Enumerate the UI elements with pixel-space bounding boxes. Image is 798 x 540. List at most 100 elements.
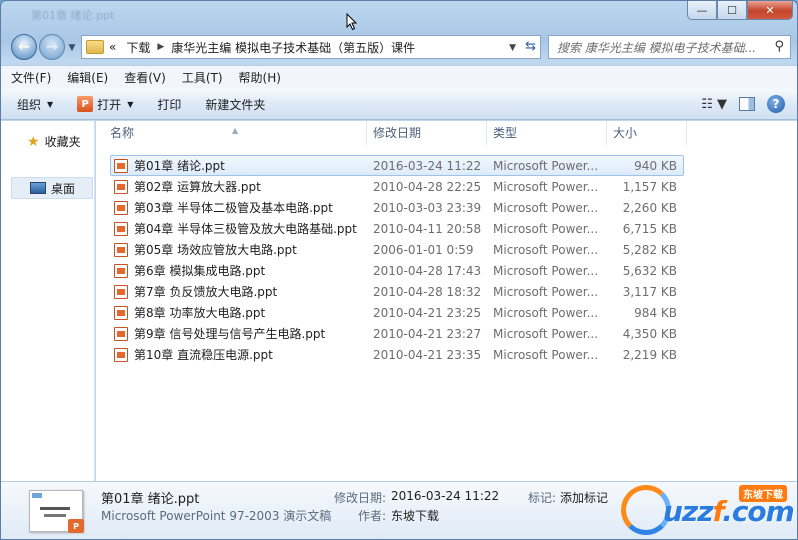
file-row[interactable]: 第02章 运算放大器.ppt 2010-04-28 22:25 Microsoft … xyxy=(110,176,684,197)
open-button[interactable]: P 打开 ▼ xyxy=(77,96,133,113)
ppt-file-icon xyxy=(114,200,128,215)
file-type: Microsoft Power... xyxy=(493,347,599,362)
maximize-button[interactable]: ☐ xyxy=(717,1,747,20)
print-button[interactable]: 打印 xyxy=(157,96,181,113)
watermark-text-part: uzz xyxy=(663,495,714,528)
search-box[interactable]: 搜索 康华光主编 模拟电子技术基础... ⚲ xyxy=(548,35,791,59)
column-size[interactable]: 大小 xyxy=(607,121,687,145)
file-name: 第7章 负反馈放大电路.ppt xyxy=(134,285,278,299)
chevron-right-icon[interactable]: ▶ xyxy=(155,42,166,52)
address-bar[interactable]: « 下载 ▶ 康华光主编 模拟电子技术基础（第五版）课件 ▼ ⇆ xyxy=(81,35,541,59)
ppt-file-icon xyxy=(114,284,128,299)
mouse-cursor-icon xyxy=(346,13,358,31)
file-size: 2,260 KB xyxy=(622,200,677,215)
file-size: 3,117 KB xyxy=(622,284,677,299)
breadcrumb-overflow[interactable]: « xyxy=(104,40,121,54)
ppt-file-icon xyxy=(114,242,128,257)
window-controls: — ☐ ✕ xyxy=(687,1,793,20)
file-date: 2010-04-28 17:43 xyxy=(373,263,482,278)
ppt-file-icon xyxy=(114,263,128,278)
details-file-type: Microsoft PowerPoint 97-2003 演示文稿 xyxy=(101,509,332,523)
organize-label: 组织 xyxy=(17,97,42,112)
menu-tools[interactable]: 工具(T) xyxy=(182,69,223,86)
breadcrumb-downloads[interactable]: 下载 xyxy=(121,39,155,56)
refresh-icon[interactable]: ⇆ xyxy=(525,39,536,54)
watermark-text-part: f xyxy=(712,495,724,528)
thumbnail-logo xyxy=(32,493,42,498)
ppt-file-icon xyxy=(114,158,128,173)
column-headers: ▲ 名称 修改日期 类型 大小 xyxy=(96,121,797,145)
menu-view[interactable]: 查看(V) xyxy=(124,69,166,86)
open-label: 打开 xyxy=(97,97,122,112)
menu-help[interactable]: 帮助(H) xyxy=(239,69,281,86)
file-name: 第03章 半导体二极管及基本电路.ppt xyxy=(134,201,333,215)
back-button[interactable]: ← xyxy=(11,34,37,60)
thumbnail-line xyxy=(40,507,70,510)
file-size: 940 KB xyxy=(634,158,677,173)
file-row[interactable]: 第6章 模拟集成电路.ppt 2010-04-28 17:43 Microsoft … xyxy=(110,260,684,281)
file-name: 第8章 功率放大电路.ppt xyxy=(134,306,266,320)
breadcrumb-current-folder[interactable]: 康华光主编 模拟电子技术基础（第五版）课件 xyxy=(166,39,420,56)
search-icon[interactable]: ⚲ xyxy=(774,39,784,54)
file-type: Microsoft Power... xyxy=(493,263,599,278)
minimize-button[interactable]: — xyxy=(687,1,717,20)
sort-ascending-icon: ▲ xyxy=(232,126,239,135)
title-bar[interactable]: 第01章 绪论.ppt — ☐ ✕ xyxy=(1,1,797,31)
powerpoint-icon: P xyxy=(77,96,94,112)
file-size: 4,350 KB xyxy=(622,326,677,341)
organize-button[interactable]: 组织 ▼ xyxy=(17,96,53,113)
file-type: Microsoft Power... xyxy=(493,326,599,341)
file-name: 第05章 场效应管放大电路.ppt xyxy=(134,243,297,257)
details-tags-value[interactable]: 添加标记 xyxy=(560,489,608,506)
column-name[interactable]: ▲ 名称 xyxy=(96,121,367,145)
recent-pages-dropdown[interactable]: ▼ xyxy=(66,42,78,54)
file-row[interactable]: 第03章 半导体二极管及基本电路.ppt 2010-03-03 23:39 Micr… xyxy=(110,197,684,218)
file-date: 2010-04-21 23:27 xyxy=(373,326,482,341)
file-size: 2,219 KB xyxy=(622,347,677,362)
sidebar-item-label: 收藏夹 xyxy=(44,135,81,149)
sidebar-item-label: 桌面 xyxy=(51,181,76,196)
new-folder-button[interactable]: 新建文件夹 xyxy=(205,96,265,113)
folder-icon xyxy=(86,40,104,54)
file-row[interactable]: 第8章 功率放大电路.ppt 2010-04-21 23:25 Microsoft … xyxy=(110,302,684,323)
print-label: 打印 xyxy=(157,97,182,112)
desktop-icon xyxy=(30,182,46,194)
column-name-label: 名称 xyxy=(110,126,135,140)
file-row[interactable]: 第10章 直流稳压电源.ppt 2010-04-21 23:35 Microsoft… xyxy=(110,344,684,365)
file-row[interactable]: 第04章 半导体三极管及放大电路基础.ppt 2010-04-11 20:58 Mi… xyxy=(110,218,684,239)
search-input[interactable]: 搜索 康华光主编 模拟电子技术基础... xyxy=(549,39,757,56)
menu-edit[interactable]: 编辑(E) xyxy=(67,69,108,86)
details-file-name: 第01章 绪论.ppt xyxy=(101,492,200,507)
file-row[interactable]: 第01章 绪论.ppt 2016-03-24 11:22 Microsoft Pow… xyxy=(110,155,684,176)
sidebar-item-favorites[interactable]: ★ 收藏夹 xyxy=(27,133,81,150)
file-name: 第9章 信号处理与信号产生电路.ppt xyxy=(134,327,326,341)
file-row[interactable]: 第7章 负反馈放大电路.ppt 2010-04-28 18:32 Microsoft… xyxy=(110,281,684,302)
sidebar-item-desktop[interactable]: 桌面 xyxy=(11,177,93,199)
file-date: 2010-04-28 22:25 xyxy=(373,179,482,194)
file-date: 2010-04-28 18:32 xyxy=(373,284,482,299)
preview-pane-icon[interactable] xyxy=(739,97,755,111)
file-name: 第10章 直流稳压电源.ppt xyxy=(134,348,273,362)
help-icon[interactable]: ? xyxy=(767,95,785,113)
column-type[interactable]: 类型 xyxy=(487,121,607,145)
window-title: 第01章 绪论.ppt xyxy=(31,9,115,22)
column-date[interactable]: 修改日期 xyxy=(367,121,487,145)
new-folder-label: 新建文件夹 xyxy=(205,97,266,112)
command-bar: 组织 ▼ P 打开 ▼ 打印 新建文件夹 ☷ ▼ ? xyxy=(1,89,797,120)
file-type: Microsoft Power... xyxy=(493,305,599,320)
file-name: 第04章 半导体三极管及放大电路基础.ppt xyxy=(134,222,357,236)
view-options-icon[interactable]: ☷ ▼ xyxy=(701,97,727,112)
menu-file[interactable]: 文件(F) xyxy=(11,69,51,86)
file-row[interactable]: 第9章 信号处理与信号产生电路.ppt 2010-04-21 23:27 Micro… xyxy=(110,323,684,344)
chevron-down-icon: ▼ xyxy=(127,99,134,109)
details-author-value[interactable]: 东坡下载 xyxy=(391,507,439,524)
forward-button[interactable]: → xyxy=(39,34,65,60)
file-name: 第6章 模拟集成电路.ppt xyxy=(134,264,266,278)
file-row[interactable]: 第05章 场效应管放大电路.ppt 2006-01-01 0:59 Microsof… xyxy=(110,239,684,260)
file-size: 5,632 KB xyxy=(622,263,677,278)
file-date: 2010-04-21 23:25 xyxy=(373,305,482,320)
address-dropdown-icon[interactable]: ▼ xyxy=(509,43,516,53)
file-date: 2010-04-21 23:35 xyxy=(373,347,482,362)
close-button[interactable]: ✕ xyxy=(747,1,793,20)
file-type: Microsoft Power... xyxy=(493,284,599,299)
